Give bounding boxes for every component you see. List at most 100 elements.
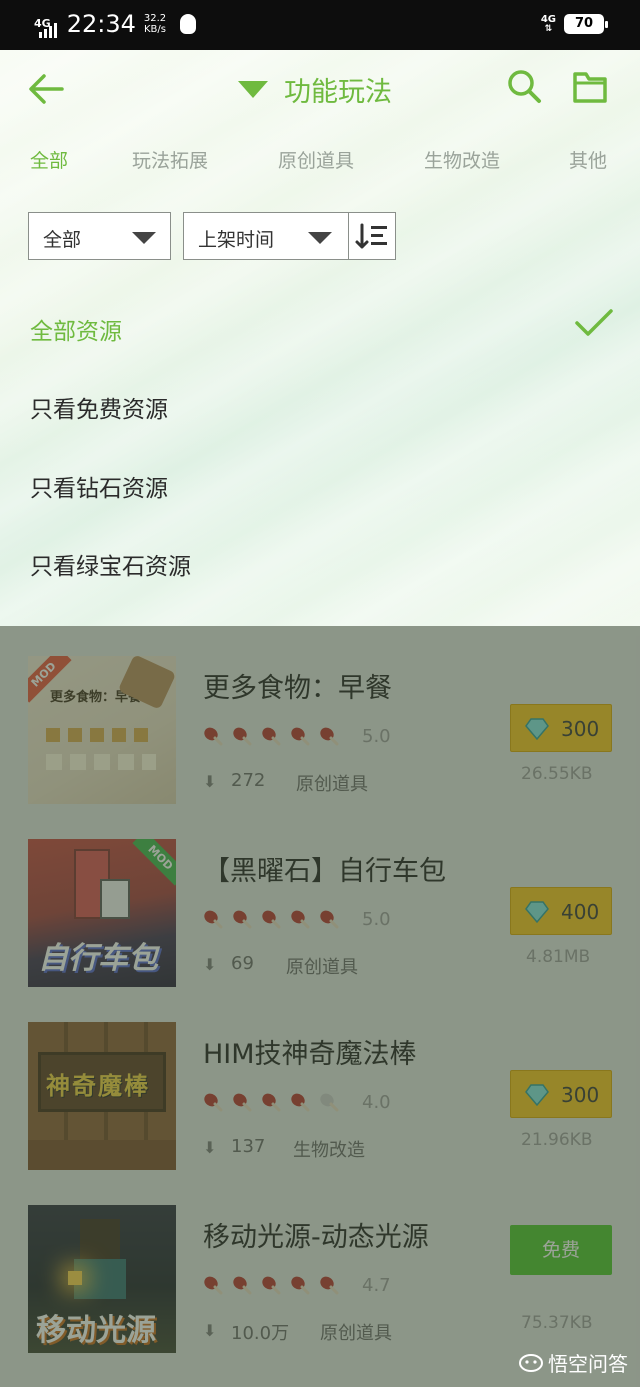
item-category: 原创道具	[286, 957, 358, 978]
rating-meat-filled-icon	[233, 910, 252, 929]
list-item[interactable]: 移动光源 移动光源-动态光源 4.7 ⬇ 10.0万 原创道具 免费 75.37…	[0, 1175, 640, 1353]
tab-creature-mods[interactable]: 生物改造	[424, 146, 500, 173]
file-size: 21.96KB	[521, 1130, 593, 1150]
price-value: 300	[561, 1083, 600, 1107]
battery-level: 70	[574, 16, 594, 31]
sort-select[interactable]: 上架时间	[183, 212, 349, 260]
network-type-right: 4G ⇅	[540, 13, 556, 34]
item-title: HIM技神奇魔法棒	[203, 1039, 417, 1070]
thumbnail-caption: 移动光源	[36, 1313, 156, 1348]
list-item[interactable]: 神奇魔棒 HIM技神奇魔法棒 4.0 ⬇ 137 生物改造 300 21.96K…	[0, 992, 640, 1170]
search-icon[interactable]	[506, 68, 542, 104]
diamond-icon	[525, 718, 549, 741]
list-item[interactable]: MOD 自行车包 【黑曜石】自行车包 5.0 ⬇ 69 原创道具 400 4.8…	[0, 809, 640, 987]
rating-value: 5.0	[362, 726, 391, 747]
item-title: 【黑曜石】自行车包	[203, 856, 446, 887]
tab-other[interactable]: 其他	[569, 146, 607, 173]
rating-stars	[203, 909, 339, 929]
item-category: 原创道具	[320, 1323, 392, 1344]
rating-stars	[203, 1092, 339, 1112]
item-category: 生物改造	[293, 1140, 365, 1161]
folder-icon[interactable]	[572, 70, 608, 104]
rating-meat-filled-icon	[291, 910, 310, 929]
download-icon: ⬇	[203, 1138, 217, 1157]
free-download-button[interactable]: 免费	[510, 1225, 612, 1275]
thumbnail-caption: 神奇魔棒	[46, 1072, 150, 1100]
file-size: 4.81MB	[526, 947, 591, 967]
watermark-logo-icon	[519, 1353, 543, 1372]
caret-down-icon	[132, 232, 156, 244]
rating-meat-filled-icon	[262, 910, 281, 929]
sort-order-button[interactable]	[348, 212, 396, 260]
battery-icon: 70	[564, 14, 608, 34]
option-emerald-only[interactable]: 只看绿宝石资源	[30, 547, 191, 581]
wood-floor-icon	[28, 1140, 176, 1170]
sort-descending-icon	[355, 223, 387, 249]
checkmark-icon	[575, 309, 613, 336]
download-count: 272	[231, 770, 266, 791]
page-title: 功能玩法	[284, 77, 392, 108]
tab-all[interactable]: 全部	[30, 146, 68, 173]
rating-stars	[203, 726, 339, 746]
rating-meat-filled-icon	[204, 910, 223, 929]
food-row-icon	[46, 728, 156, 742]
rating-meat-empty-icon	[320, 1093, 339, 1112]
tab-gameplay-expansion[interactable]: 玩法拓展	[132, 146, 208, 173]
item-thumbnail: 移动光源	[28, 1205, 176, 1353]
option-diamond-only[interactable]: 只看钻石资源	[30, 469, 168, 503]
clock: 22:34	[66, 10, 136, 38]
price-button[interactable]: 300	[510, 704, 612, 752]
rating-meat-filled-icon	[204, 1093, 223, 1112]
download-count: 10.0万	[231, 1323, 290, 1344]
torch-icon	[68, 1271, 82, 1285]
rating-value: 5.0	[362, 909, 391, 930]
item-title: 移动光源-动态光源	[203, 1222, 429, 1253]
mod-badge: MOD	[132, 839, 176, 886]
price-button[interactable]: 300	[510, 1070, 612, 1118]
egg-row-icon	[46, 754, 156, 770]
watermark: 悟空问答	[518, 1348, 628, 1377]
rating-meat-filled-icon	[204, 727, 223, 746]
list-item[interactable]: MOD 更多食物：早餐 更多食物：早餐 5.0 ⬇ 272 原创道具 300 2…	[0, 626, 640, 804]
download-count: 69	[231, 953, 254, 974]
rating-value: 4.7	[362, 1275, 391, 1296]
back-arrow-icon[interactable]	[26, 72, 66, 106]
thumbnail-caption: 自行车包	[38, 941, 158, 976]
bag-icon	[100, 879, 130, 919]
filter-panel: 功能玩法 全部 玩法拓展 原创道具 生物改造 其他 全部 上架时间 全部资源 只…	[0, 50, 640, 626]
rating-meat-filled-icon	[320, 727, 339, 746]
rating-meat-filled-icon	[262, 727, 281, 746]
status-bar: 4G 22:34 32.2 KB/s 4G ⇅ 70	[0, 0, 640, 50]
title-dropdown[interactable]: 功能玩法	[238, 70, 392, 109]
sort-select-value: 上架时间	[198, 229, 275, 251]
item-thumbnail: MOD 自行车包	[28, 839, 176, 987]
rating-meat-filled-icon	[291, 1276, 310, 1295]
speed-unit: KB/s	[143, 24, 166, 35]
type-select-value: 全部	[43, 229, 82, 251]
tab-original-items[interactable]: 原创道具	[278, 146, 354, 173]
rating-meat-filled-icon	[320, 1276, 339, 1295]
rating-meat-filled-icon	[233, 1093, 252, 1112]
price-value: 400	[561, 900, 600, 924]
item-category: 原创道具	[296, 774, 368, 795]
signal-icon	[38, 22, 57, 38]
download-icon: ⬇	[203, 772, 217, 791]
price-button[interactable]: 400	[510, 887, 612, 935]
type-select[interactable]: 全部	[28, 212, 171, 260]
character-head-icon	[80, 1219, 120, 1259]
download-icon: ⬇	[203, 1321, 217, 1340]
option-free-only[interactable]: 只看免费资源	[30, 390, 168, 424]
diamond-icon	[525, 901, 549, 924]
watermark-text: 悟空问答	[548, 1352, 628, 1376]
price-value: 300	[561, 717, 600, 741]
network-speed: 32.2 KB/s	[144, 13, 166, 35]
rating-meat-filled-icon	[233, 1276, 252, 1295]
rating-meat-filled-icon	[262, 1276, 281, 1295]
qq-icon	[180, 14, 197, 34]
data-arrows-icon: ⇅	[544, 23, 553, 34]
rating-meat-filled-icon	[291, 727, 310, 746]
caret-down-icon	[308, 232, 332, 244]
rating-stars	[203, 1275, 339, 1295]
network-right-label: 4G	[540, 13, 556, 25]
option-all-resources[interactable]: 全部资源	[30, 312, 122, 346]
